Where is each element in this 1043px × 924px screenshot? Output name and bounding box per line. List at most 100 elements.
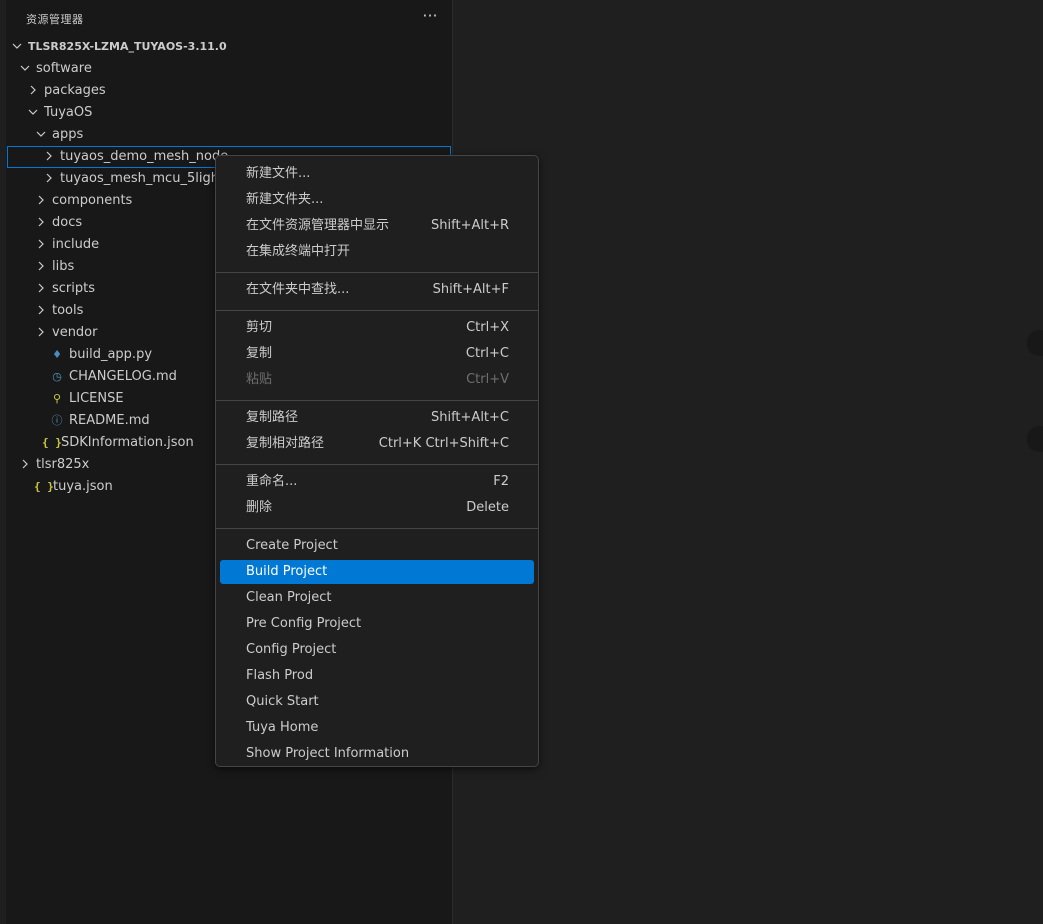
menu-item-label: Create Project: [246, 538, 338, 553]
menu-item-shortcut: Ctrl+K Ctrl+Shift+C: [378, 436, 509, 451]
tree-item-label: packages: [44, 83, 106, 98]
menu-item-label: Config Project: [246, 642, 337, 657]
menu-item[interactable]: 重命名... F2: [220, 470, 534, 494]
chevron-right-icon[interactable]: [36, 322, 48, 344]
menu-item-label: 在集成终端中打开: [246, 244, 351, 259]
menu-item-shortcut: Shift+Alt+C: [430, 410, 509, 425]
menu-item[interactable]: 复制相对路径 Ctrl+K Ctrl+Shift+C: [220, 432, 534, 456]
menu-item-label: 复制: [246, 346, 273, 361]
menu-item[interactable]: Create Project: [220, 534, 534, 558]
tree-item-label: include: [52, 237, 100, 252]
menu-item[interactable]: 删除 Delete: [220, 496, 534, 520]
clock-icon: ◷: [52, 370, 62, 383]
folder-item[interactable]: packages: [0, 80, 452, 102]
menu-item-shortcut: F2: [493, 474, 509, 489]
menu-item[interactable]: Flash Prod: [220, 664, 534, 688]
chevron-right-icon[interactable]: [28, 80, 40, 102]
menu-separator: [216, 528, 538, 529]
tree-item-label: tools: [52, 303, 84, 318]
menu-item-label: Flash Prod: [246, 668, 314, 683]
info-icon: ⓘ: [51, 414, 63, 427]
chevron-down-icon[interactable]: [36, 124, 48, 146]
menu-item-label: 复制相对路径: [246, 436, 325, 451]
menu-item-label: 剪切: [246, 320, 273, 335]
menu-item-shortcut: Ctrl+X: [466, 320, 509, 335]
menu-separator: [216, 272, 538, 273]
menu-item-shortcut: Ctrl+V: [466, 372, 509, 387]
tree-item-label: tlsr825x: [36, 457, 90, 472]
menu-item-label: Tuya Home: [246, 720, 319, 735]
folder-item[interactable]: TuyaOS: [0, 102, 452, 124]
chevron-right-icon[interactable]: [36, 300, 48, 322]
menu-item[interactable]: 在集成终端中打开: [220, 240, 534, 264]
python-icon: ♦: [52, 348, 62, 361]
chevron-right-icon[interactable]: [20, 454, 32, 476]
tree-item-label: README.md: [69, 413, 150, 428]
menu-item-label: 重命名...: [246, 474, 298, 489]
menu-item-label: 新建文件...: [246, 166, 311, 181]
menu-item-label: 删除: [246, 500, 273, 515]
chevron-right-icon[interactable]: [36, 256, 48, 278]
menu-item: 粘贴 Ctrl+V: [220, 368, 534, 392]
menu-item-shortcut: Delete: [466, 500, 509, 515]
folder-item[interactable]: software: [0, 58, 452, 80]
tree-item-label: tuyaos_mesh_mcu_5light_c: [60, 171, 238, 186]
menu-item[interactable]: Pre Config Project: [220, 612, 534, 636]
menu-separator: [216, 400, 538, 401]
menu-item[interactable]: 在文件夹中查找... Shift+Alt+F: [220, 278, 534, 302]
menu-item-label: 新建文件夹...: [246, 192, 324, 207]
menu-item-shortcut: Shift+Alt+F: [432, 282, 509, 297]
tree-item-label: LICENSE: [69, 391, 124, 406]
chevron-down-icon[interactable]: [28, 102, 40, 124]
menu-item-label: 在文件夹中查找...: [246, 282, 350, 297]
menu-separator: [216, 464, 538, 465]
chevron-down-icon[interactable]: [20, 58, 32, 80]
tree-item-label: libs: [52, 259, 75, 274]
menu-item-label: 在文件资源管理器中显示: [246, 218, 390, 233]
tree-item-label: TLSR825X-LZMA_TUYAOS-3.11.0: [28, 40, 227, 53]
scroll-handle: [1027, 330, 1043, 356]
menu-item[interactable]: Build Project: [220, 560, 534, 584]
tree-item-label: scripts: [52, 281, 95, 296]
menu-item-label: Build Project: [246, 564, 328, 579]
folder-item[interactable]: apps: [0, 124, 452, 146]
chevron-right-icon[interactable]: [36, 212, 48, 234]
menu-separator: [216, 310, 538, 311]
menu-item[interactable]: Tuya Home: [220, 716, 534, 740]
scroll-handle: [1027, 426, 1043, 452]
tree-item-label: CHANGELOG.md: [69, 369, 177, 384]
tree-item-label: docs: [52, 215, 83, 230]
menu-item[interactable]: 剪切 Ctrl+X: [220, 316, 534, 340]
tree-item-label: software: [36, 61, 92, 76]
json-icon: { }: [34, 480, 54, 493]
menu-item[interactable]: Clean Project: [220, 586, 534, 610]
menu-item[interactable]: Show Project Information: [220, 742, 534, 766]
chevron-down-icon[interactable]: [12, 36, 24, 58]
tree-item-label: TuyaOS: [44, 105, 93, 120]
menu-item-label: Show Project Information: [246, 746, 410, 761]
more-actions-icon[interactable]: ···: [420, 6, 440, 28]
chevron-right-icon[interactable]: [44, 168, 56, 190]
menu-item-label: 粘贴: [246, 372, 273, 387]
tree-item-label: tuyaos_demo_mesh_node: [60, 149, 229, 164]
tree-item-label: apps: [52, 127, 84, 142]
menu-item[interactable]: 复制路径 Shift+Alt+C: [220, 406, 534, 430]
menu-item[interactable]: Config Project: [220, 638, 534, 662]
folder-item[interactable]: TLSR825X-LZMA_TUYAOS-3.11.0: [0, 36, 452, 58]
tree-item-label: build_app.py: [69, 347, 153, 362]
menu-item[interactable]: 新建文件夹...: [220, 188, 534, 212]
explorer-title: 资源管理器: [26, 13, 84, 26]
chevron-right-icon[interactable]: [36, 278, 48, 300]
chevron-right-icon[interactable]: [36, 190, 48, 212]
menu-item-label: Quick Start: [246, 694, 319, 709]
menu-item[interactable]: 在文件资源管理器中显示 Shift+Alt+R: [220, 214, 534, 238]
chevron-right-icon[interactable]: [44, 146, 56, 168]
license-icon: ⚲: [52, 392, 62, 405]
menu-item[interactable]: 新建文件...: [220, 162, 534, 186]
tree-item-label: SDKInformation.json: [61, 435, 194, 450]
tree-item-label: vendor: [52, 325, 98, 340]
context-menu: 新建文件... 新建文件夹... 在文件资源管理器中显示 Shift+Alt+R 在集成…: [215, 155, 539, 767]
menu-item[interactable]: 复制 Ctrl+C: [220, 342, 534, 366]
chevron-right-icon[interactable]: [36, 234, 48, 256]
menu-item[interactable]: Quick Start: [220, 690, 534, 714]
